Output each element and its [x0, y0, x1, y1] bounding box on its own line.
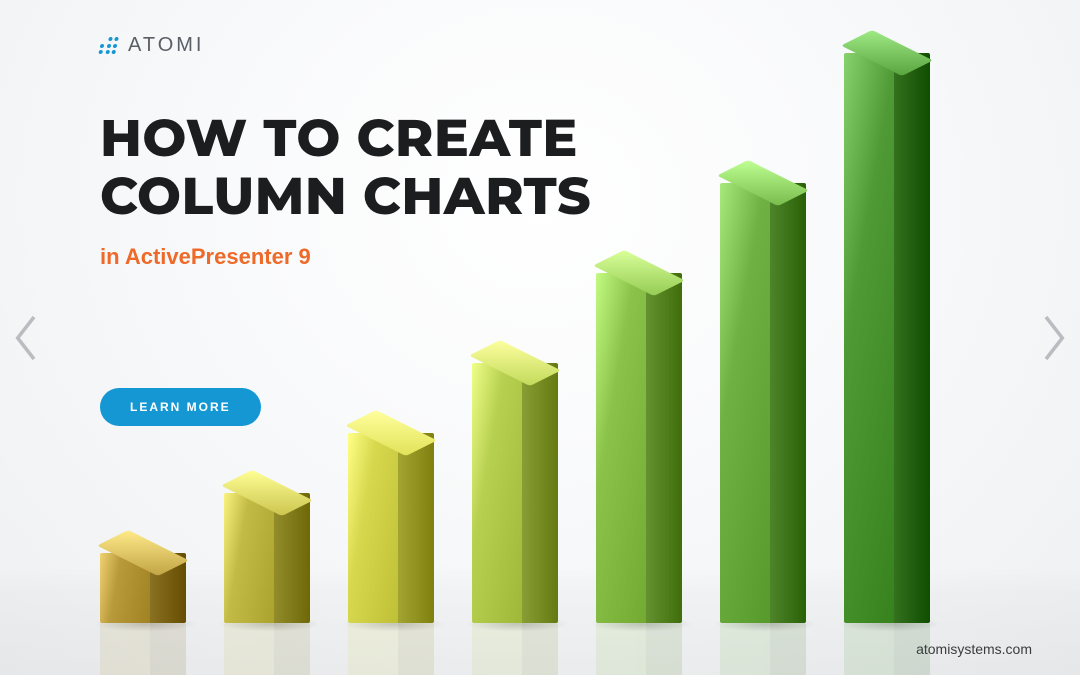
- floor-gradient: [0, 555, 1080, 675]
- headline-line-1: HOW TO CREATE: [100, 107, 578, 170]
- headline-text: HOW TO CREATE COLUMN CHARTS: [100, 110, 660, 226]
- learn-more-button[interactable]: LEARN MORE: [100, 388, 261, 426]
- slide-stage: ATOMI HOW TO CREATE COLUMN CHARTS in Act…: [0, 0, 1080, 675]
- chart-column: [844, 53, 930, 623]
- next-arrow-button[interactable]: [1038, 312, 1068, 364]
- brand-name: ATOMI: [128, 34, 204, 57]
- headline-line-2: COLUMN CHARTS: [100, 165, 591, 228]
- chevron-left-icon: [13, 314, 41, 362]
- prev-arrow-button[interactable]: [12, 312, 42, 364]
- headline-block: HOW TO CREATE COLUMN CHARTS in ActivePre…: [100, 110, 660, 270]
- brand-logo: ATOMI: [100, 34, 204, 57]
- subtitle-text: in ActivePresenter 9: [100, 244, 660, 270]
- chevron-right-icon: [1039, 314, 1067, 362]
- atomi-dots-icon: [98, 37, 120, 55]
- footer-url: atomisystems.com: [916, 641, 1032, 657]
